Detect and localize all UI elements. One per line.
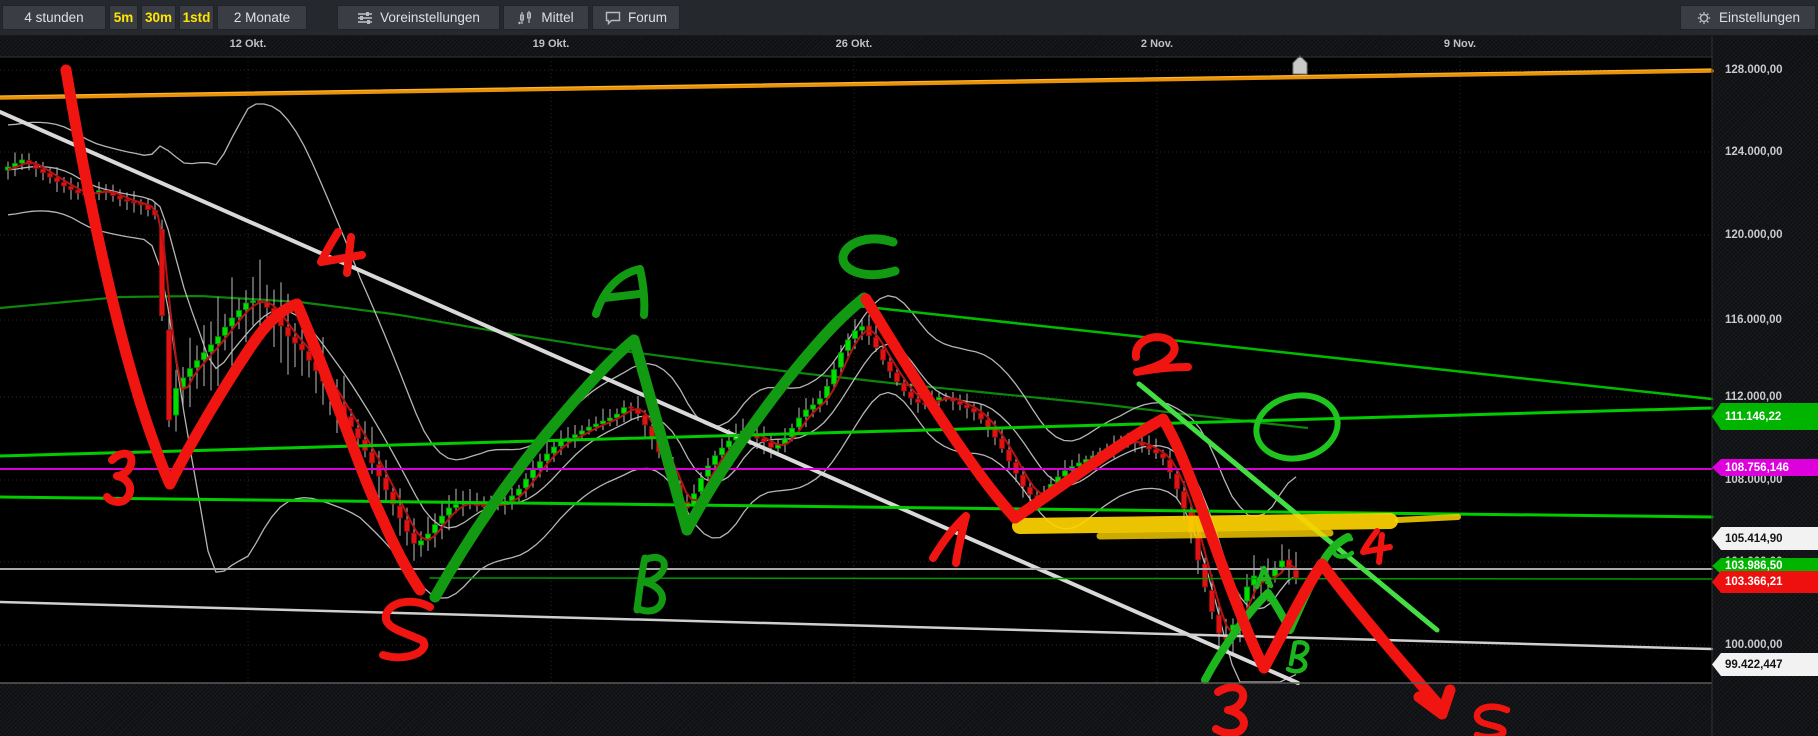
price-tag: 105.414,90 xyxy=(1712,527,1818,550)
timeframe-button-30m[interactable]: 30m xyxy=(141,5,176,30)
date-label: 19 Okt. xyxy=(532,38,570,50)
einstellungen-button[interactable]: Einstellungen xyxy=(1680,5,1816,30)
red-label-5b xyxy=(1473,703,1511,736)
price-label: 116.000,00 xyxy=(1725,314,1782,326)
price-label: 112.000,00 xyxy=(1725,391,1782,403)
sliders-icon xyxy=(358,11,373,24)
range-button-2-monate[interactable]: 2 Monate xyxy=(217,5,307,30)
timeframe-button-5m[interactable]: 5m xyxy=(109,5,138,30)
price-tag: 103.366,21 xyxy=(1712,571,1818,593)
price-tag: 108.756,146 xyxy=(1712,459,1818,476)
red-label-3b xyxy=(1212,683,1248,736)
price-label: 100.000,00 xyxy=(1725,639,1783,651)
chart-canvas[interactable] xyxy=(0,0,1818,736)
speech-bubble-icon xyxy=(605,11,621,25)
indicator-candles-icon xyxy=(518,10,532,24)
date-label: 12 Okt. xyxy=(229,38,267,50)
price-label: 124.000,00 xyxy=(1725,146,1783,158)
yellow-highlight-tail xyxy=(1395,514,1461,523)
date-label: 9 Nov. xyxy=(1443,38,1477,50)
price-tag: 99.422,447 xyxy=(1712,653,1818,676)
price-tag: 111.146,22 xyxy=(1712,403,1818,430)
price-label: 120.000,00 xyxy=(1725,229,1783,241)
voreinstellungen-button[interactable]: Voreinstellungen xyxy=(337,5,500,30)
timeframe-button-1std[interactable]: 1std xyxy=(179,5,214,30)
date-axis: 12 Okt. 19 Okt. 26 Okt. 2 Nov. 9 Nov. xyxy=(0,35,1712,57)
date-label: 26 Okt. xyxy=(835,38,873,50)
price-label: 128.000,00 xyxy=(1725,64,1783,76)
toolbar: 4 stunden 5m 30m 1std 2 Monate Voreinste… xyxy=(0,0,1818,36)
timeframe-button-4h[interactable]: 4 stunden xyxy=(2,5,106,30)
mittel-button[interactable]: Mittel xyxy=(503,5,589,30)
green-thin-support-line[interactable] xyxy=(429,577,1713,580)
trading-app: { "toolbar": { "buttons": [ {"label": "4… xyxy=(0,0,1818,736)
forum-button[interactable]: Forum xyxy=(592,5,680,30)
timeframe-label: 4 stunden xyxy=(24,10,84,25)
date-label: 2 Nov. xyxy=(1140,38,1174,50)
gear-icon xyxy=(1697,11,1711,24)
price-axis[interactable]: 128.000,00 124.000,00 120.000,00 116.000,00… xyxy=(1712,35,1818,736)
